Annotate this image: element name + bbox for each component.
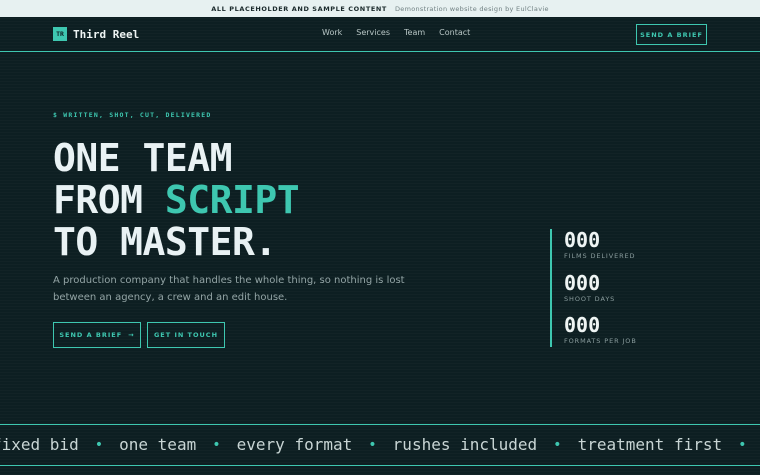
headline-accent-script: SCRIPT: [164, 178, 300, 222]
banner-label: ALL PLACEHOLDER AND SAMPLE CONTENT: [211, 4, 387, 13]
headline-from: FROM: [53, 178, 165, 222]
bullet-icon: •: [212, 436, 221, 453]
banner-credit: Demonstration website design by EulClavi…: [394, 4, 549, 13]
stat-item: 000 SHOOT DAYS: [564, 272, 637, 315]
nav-item-contact[interactable]: Contact: [439, 28, 470, 37]
marquee-strip: fixed bid • one team • every format • ru…: [0, 424, 760, 466]
nav-item-work[interactable]: Work: [322, 28, 342, 37]
headline-line-1: ONE TEAM: [53, 136, 233, 180]
nav-item-team[interactable]: Team: [404, 28, 425, 37]
stat-value: 000: [564, 270, 601, 295]
headline-line-2: FROM SCRIPT: [53, 178, 300, 222]
send-brief-header-button[interactable]: SEND A BRIEF: [636, 24, 707, 45]
logo-text: Third Reel: [73, 27, 140, 41]
send-brief-button[interactable]: SEND A BRIEF →: [53, 322, 141, 348]
marquee-item: fixed bid: [0, 435, 79, 454]
stat-value: 000: [564, 313, 601, 337]
stat-item: 000 FORMATS PER JOB: [564, 314, 637, 357]
arrow-right-icon: →: [128, 331, 135, 339]
logo-mark-icon: TR: [53, 27, 67, 41]
stat-label: SHOOT DAYS: [564, 294, 616, 303]
marquee-item: one team: [119, 435, 197, 454]
bullet-icon: •: [94, 436, 104, 453]
main-nav: Work Services Team Contact: [322, 28, 470, 37]
site-header: TR Third Reel Work Services Team Contact…: [0, 17, 760, 52]
stats-panel: 000 FILMS DELIVERED 000 SHOOT DAYS 000 F…: [550, 229, 637, 347]
get-in-touch-button[interactable]: GET IN TOUCH: [147, 322, 225, 348]
bullet-icon: •: [738, 436, 747, 453]
marquee-item: treatment first: [577, 435, 723, 454]
hero-headline: ONE TEAM FROM SCRIPT TO MASTER.: [53, 136, 300, 264]
stat-label: FORMATS PER JOB: [564, 337, 637, 345]
hero-eyebrow: $ WRITTEN, SHOT, CUT, DELIVERED: [53, 111, 212, 119]
marquee-item: every format: [236, 435, 353, 454]
marquee-item: rushes included: [392, 435, 538, 454]
stat-value: 000: [564, 228, 601, 252]
stat-label: FILMS DELIVERED: [564, 252, 636, 260]
stat-item: 000 FILMS DELIVERED: [564, 229, 637, 272]
logo[interactable]: TR Third Reel: [53, 27, 139, 41]
nav-item-services[interactable]: Services: [356, 28, 390, 37]
bullet-icon: •: [368, 436, 377, 453]
marquee-track: fixed bid • one team • every format • ru…: [0, 435, 760, 454]
hero-subtitle: A production company that handles the wh…: [53, 275, 405, 303]
send-brief-label: SEND A BRIEF: [59, 331, 123, 339]
headline-line-3: TO MASTER.: [53, 220, 277, 264]
top-banner: ALL PLACEHOLDER AND SAMPLE CONTENT Demon…: [0, 0, 760, 17]
bullet-icon: •: [553, 436, 562, 453]
